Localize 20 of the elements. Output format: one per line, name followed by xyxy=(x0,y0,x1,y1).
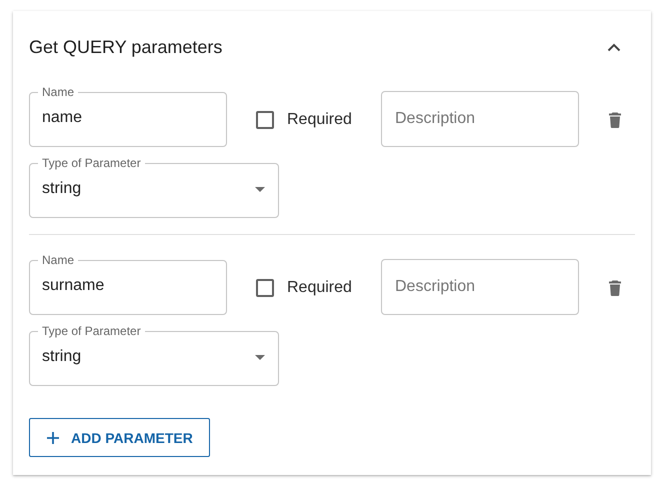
add-parameter-button[interactable]: ADD PARAMETER xyxy=(29,418,210,457)
required-checkbox[interactable]: Required xyxy=(256,279,381,297)
field-label: Name xyxy=(41,254,76,266)
field-label: Type of Parameter xyxy=(41,157,142,169)
name-field[interactable]: Name name xyxy=(29,86,227,147)
delete-button[interactable] xyxy=(609,280,621,296)
description-field[interactable]: Description xyxy=(381,259,579,315)
dropdown-caret-icon xyxy=(255,186,265,192)
chevron-up-icon xyxy=(607,42,621,52)
name-field[interactable]: Name surname xyxy=(29,254,227,315)
type-select[interactable]: Type of Parameter string xyxy=(29,325,279,386)
field-label: Name xyxy=(41,86,76,98)
plus-icon xyxy=(46,430,60,444)
description-field[interactable]: Description xyxy=(381,91,579,147)
delete-button[interactable] xyxy=(609,112,621,128)
dropdown-caret-icon xyxy=(255,354,265,360)
field-label: Type of Parameter xyxy=(41,325,142,337)
panel-title: Get QUERY parameters xyxy=(29,36,222,58)
required-checkbox[interactable]: Required xyxy=(256,111,381,129)
type-select[interactable]: Type of Parameter string xyxy=(29,157,279,218)
